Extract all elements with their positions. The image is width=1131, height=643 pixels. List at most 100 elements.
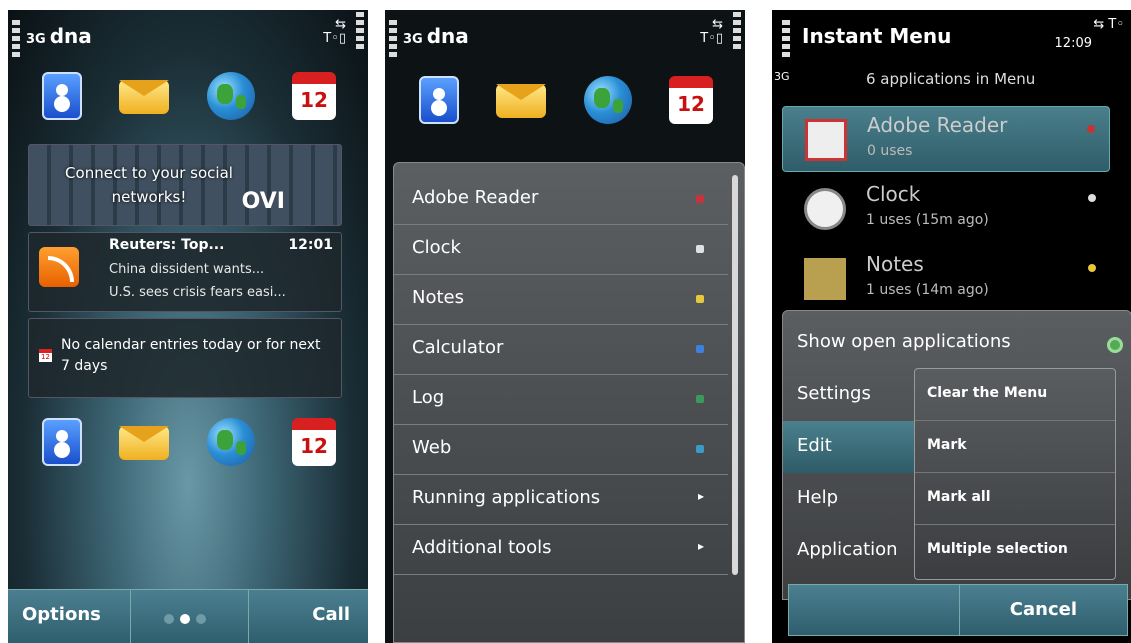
operator-name: 3G dna <box>26 24 92 48</box>
menu-item[interactable]: Adobe Reader <box>394 175 728 225</box>
app-marker-icon <box>696 395 704 403</box>
options-menu-label: Settings <box>797 383 871 404</box>
ovi-logo: OVI <box>241 189 285 214</box>
menu-item-label: Calculator <box>412 337 504 358</box>
page-dot-active <box>180 614 190 624</box>
web-icon[interactable] <box>206 418 255 466</box>
calendar-icon[interactable]: 12 <box>291 418 336 466</box>
submenu-arrow-icon: ▸ <box>697 489 704 503</box>
app-usage: 1 uses (15m ago) <box>866 212 989 228</box>
social-networks-widget[interactable]: Connect to your social networks! OVI <box>28 144 342 226</box>
contacts-icon[interactable] <box>42 418 82 466</box>
shortcut-row-top: 12 <box>36 72 336 124</box>
app-name: Notes <box>866 252 924 276</box>
submenu-label: Mark <box>927 437 967 453</box>
menu-item[interactable]: Web <box>394 425 728 475</box>
web-icon[interactable] <box>206 72 255 120</box>
contacts-icon[interactable] <box>419 76 459 124</box>
news-time: 12:01 <box>288 237 333 253</box>
app-marker-icon <box>1088 194 1096 202</box>
signal-strength-icon <box>782 20 790 58</box>
menu-item[interactable]: Log <box>394 375 728 425</box>
shortcut-row-bottom: 12 <box>36 418 336 470</box>
messaging-icon[interactable] <box>119 80 170 114</box>
app-marker-icon <box>696 245 704 253</box>
calendar-mini-icon: 12 <box>39 349 52 362</box>
calendar-icon[interactable]: 12 <box>668 76 713 124</box>
calendar-icon[interactable]: 12 <box>291 72 336 120</box>
news-title: Reuters: Top... <box>109 237 225 253</box>
submenu-label: Multiple selection <box>927 541 1068 557</box>
options-menu-label: Show open applications <box>797 331 1011 352</box>
softkey-bar: Cancel <box>788 584 1128 636</box>
menu-item[interactable]: Clock <box>394 225 728 275</box>
social-widget-text: Connect to your social networks! <box>65 164 233 206</box>
app-usage: 1 uses (14m ago) <box>866 282 989 298</box>
app-marker-icon <box>1088 264 1096 272</box>
news-headline: China dissident wants... <box>109 262 265 277</box>
menu-item[interactable]: Additional tools ▸ <box>394 525 728 575</box>
menu-item-label: Clock <box>412 237 461 258</box>
app-marker-icon <box>1087 125 1095 133</box>
web-icon[interactable] <box>583 76 632 124</box>
call-softkey[interactable]: Call <box>312 604 350 625</box>
usb-icon: ⇆ T◦▯ <box>323 17 346 46</box>
toggle-on-icon[interactable] <box>1107 337 1123 353</box>
shortcut-row-top: 12 <box>413 76 713 128</box>
menu-item[interactable]: Running applications ▸ <box>394 475 728 525</box>
options-menu-label: Edit <box>797 435 832 456</box>
submenu-arrow-icon: ▸ <box>697 539 704 553</box>
messaging-icon[interactable] <box>496 84 547 118</box>
page-dot <box>164 614 174 624</box>
options-menu-item[interactable]: Show open applications <box>783 317 1131 369</box>
submenu-item[interactable]: Multiple selection <box>915 525 1115 577</box>
options-softkey[interactable]: Options <box>22 604 101 625</box>
menu-item-label: Adobe Reader <box>412 187 539 208</box>
app-marker-icon <box>696 295 704 303</box>
menu-item-label: Notes <box>412 287 464 308</box>
page-title: Instant Menu <box>802 24 952 48</box>
page-dot <box>196 614 206 624</box>
contacts-icon[interactable] <box>42 72 82 120</box>
app-list-item[interactable]: Notes 1 uses (14m ago) <box>782 246 1110 312</box>
home-screen: 3G dna ⇆ T◦▯ 12 Connect to your social net… <box>8 10 368 643</box>
clock-time: 12:09 <box>1054 36 1092 51</box>
options-menu-item[interactable]: Edit <box>783 421 923 473</box>
clock-icon <box>804 188 846 230</box>
calendar-widget[interactable]: 12 No calendar entries today or for next… <box>28 318 342 398</box>
calendar-widget-text: No calendar entries today or for next 7 … <box>61 337 321 374</box>
cancel-softkey[interactable]: Cancel <box>1010 599 1077 620</box>
menu-item-label: Web <box>412 437 452 458</box>
instant-menu-screen: Instant Menu ⇆ T◦ 12:09 3G 6 application… <box>772 10 1131 643</box>
scrollbar[interactable] <box>732 175 738 575</box>
app-usage: 0 uses <box>867 143 913 159</box>
news-feed-widget[interactable]: Reuters: Top... 12:01 China dissident wa… <box>28 232 342 312</box>
menu-item[interactable]: Calculator <box>394 325 728 375</box>
submenu-item[interactable]: Mark all <box>915 473 1115 525</box>
page-indicator <box>164 614 206 624</box>
news-headline: U.S. sees crisis fears easi... <box>109 285 286 300</box>
app-count-subtitle: 6 applications in Menu <box>866 70 1036 88</box>
operator-name: 3G dna <box>403 24 469 48</box>
app-marker-icon <box>696 345 704 353</box>
app-marker-icon <box>696 195 704 203</box>
softkey-bar: Options Call <box>8 589 368 643</box>
submenu-label: Clear the Menu <box>927 385 1048 401</box>
app-list-item[interactable]: Clock 1 uses (15m ago) <box>782 176 1110 242</box>
submenu-item[interactable]: Clear the Menu <box>915 369 1115 421</box>
messaging-icon[interactable] <box>119 426 170 460</box>
options-menu-label: Help <box>797 487 839 508</box>
submenu-item[interactable]: Mark <box>915 421 1115 473</box>
options-menu-label: Application <box>797 539 898 560</box>
menu-item-label: Running applications <box>412 487 601 508</box>
app-list-item[interactable]: Adobe Reader 0 uses <box>782 106 1110 172</box>
edit-submenu: Clear the Menu Mark Mark all Multiple selec… <box>914 368 1116 580</box>
menu-item-label: Additional tools <box>412 537 552 558</box>
usb-icon: ⇆ T◦ <box>1093 17 1124 32</box>
signal-strength-icon <box>12 20 20 58</box>
instant-menu-popup: Adobe Reader Clock Notes Calculator Log Web Ru… <box>393 162 745 643</box>
submenu-label: Mark all <box>927 489 991 505</box>
menu-item[interactable]: Notes <box>394 275 728 325</box>
adobe-reader-icon <box>805 119 847 161</box>
network-type: 3G <box>774 70 790 83</box>
